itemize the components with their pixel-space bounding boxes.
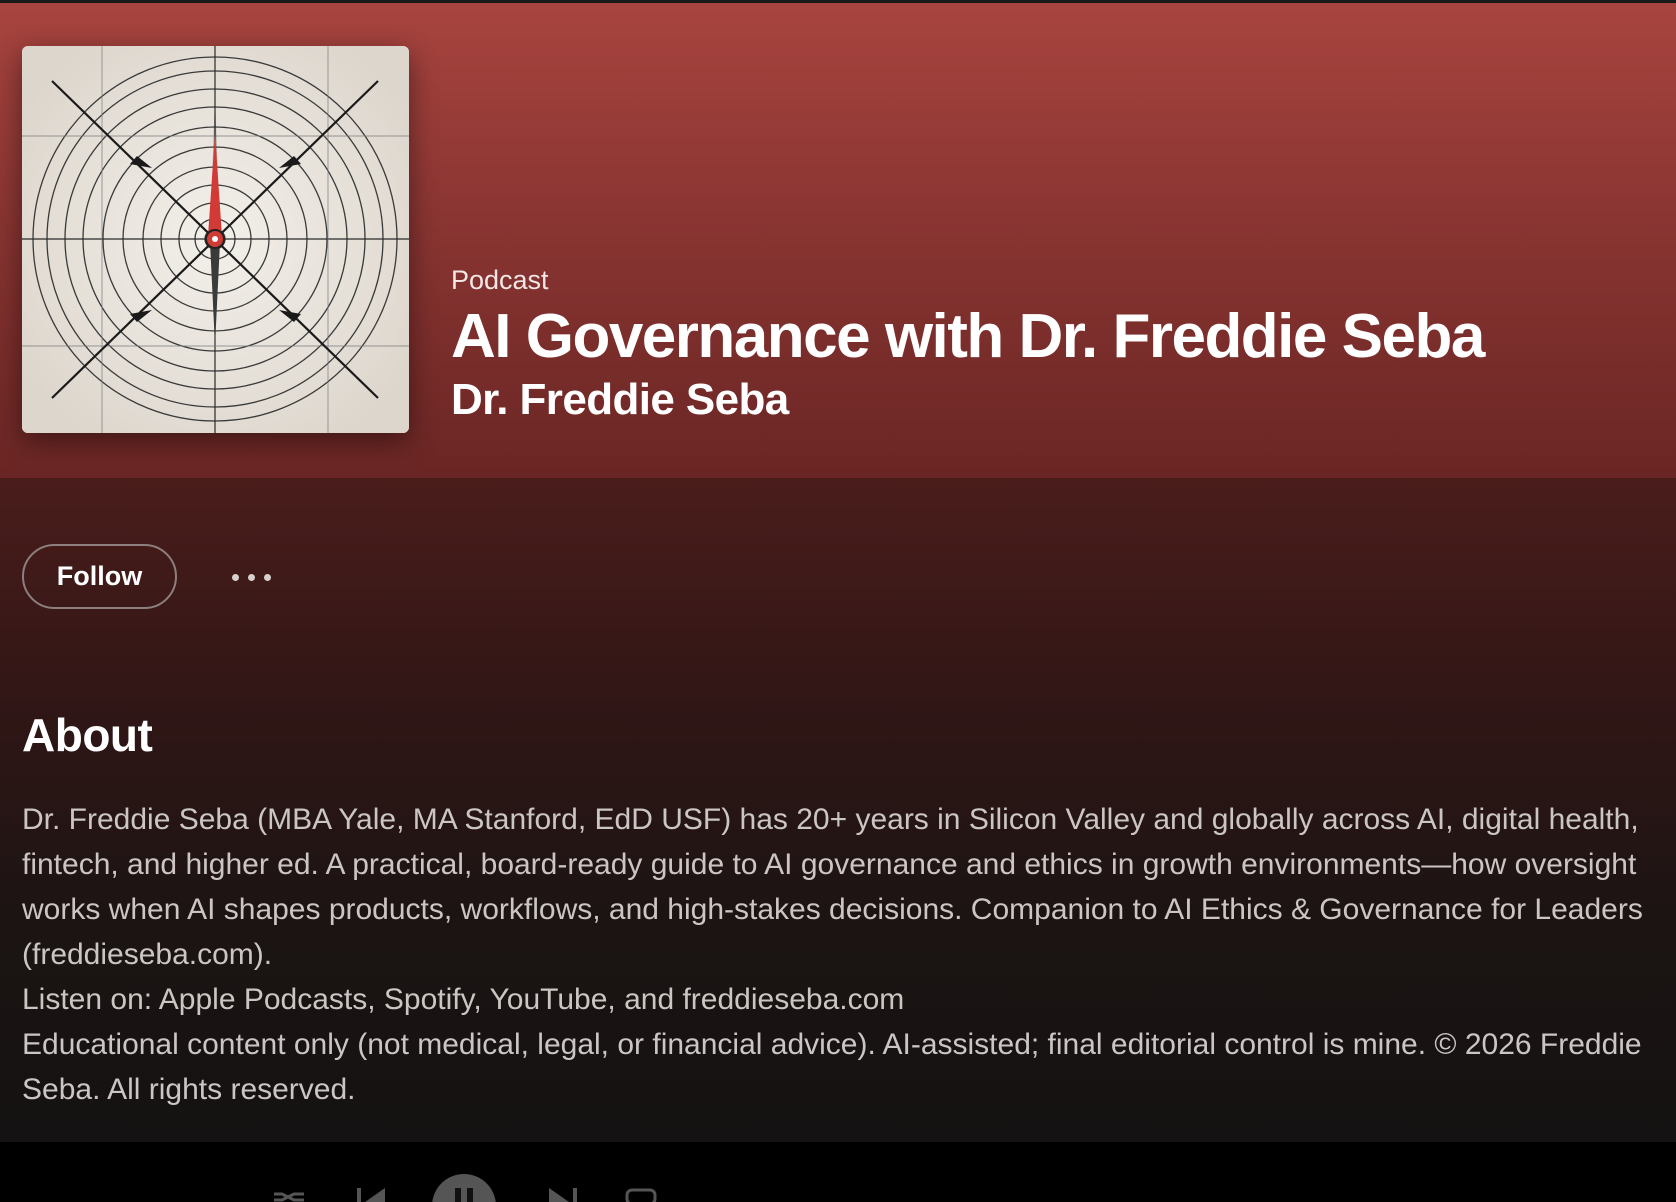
content-type-label: Podcast <box>451 265 549 295</box>
about-description: Dr. Freddie Seba (MBA Yale, MA Stanford,… <box>22 797 1662 1112</box>
about-paragraph: Educational content only (not medical, l… <box>22 1028 1642 1106</box>
shuffle-icon[interactable] <box>270 1188 310 1202</box>
about-paragraph: Listen on: Apple Podcasts, Spotify, YouT… <box>22 983 905 1016</box>
podcast-author-link[interactable]: Dr. Freddie Seba <box>451 372 1651 428</box>
podcast-cover-art[interactable] <box>22 46 409 433</box>
pause-icon[interactable] <box>432 1174 496 1202</box>
compass-cover-art <box>22 46 409 433</box>
more-options-button[interactable] <box>220 556 282 598</box>
podcast-title: AI Governance with Dr. Freddie Seba <box>451 302 1485 371</box>
ellipsis-icon <box>263 573 271 581</box>
queue-icon[interactable] <box>625 1186 659 1202</box>
podcast-meta: Podcast AI Governance with Dr. Freddie S… <box>451 262 1651 428</box>
follow-button[interactable]: Follow <box>22 544 177 609</box>
previous-icon[interactable] <box>355 1186 389 1202</box>
ellipsis-icon <box>231 573 239 581</box>
about-heading: About <box>22 709 153 761</box>
next-icon[interactable] <box>545 1186 579 1202</box>
playback-bar <box>0 1142 1676 1202</box>
about-paragraph: Dr. Freddie Seba (MBA Yale, MA Stanford,… <box>22 803 1643 971</box>
ellipsis-icon <box>247 573 255 581</box>
